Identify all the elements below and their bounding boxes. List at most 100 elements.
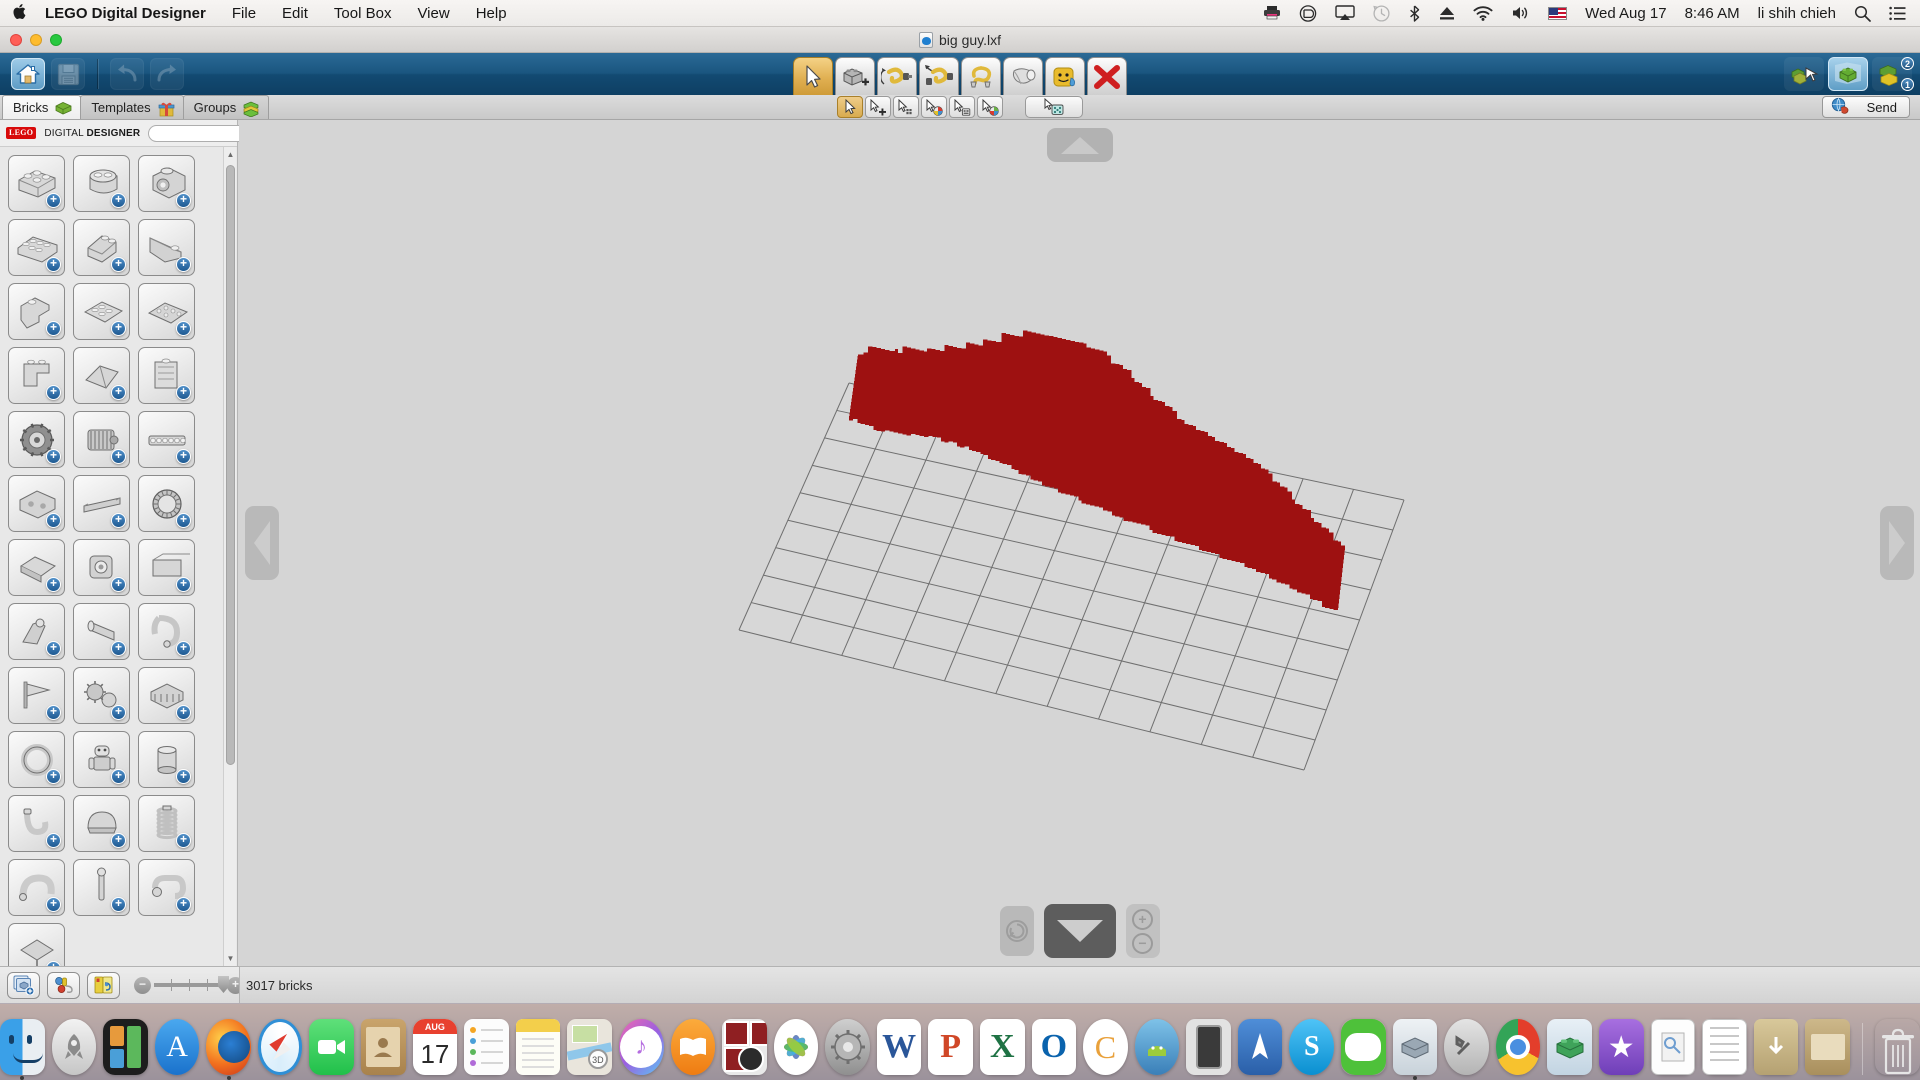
add-brick-icon[interactable]: +: [176, 385, 191, 400]
add-brick-icon[interactable]: +: [176, 513, 191, 528]
palette-brick-hook-part[interactable]: +: [8, 795, 65, 852]
add-brick-icon[interactable]: +: [111, 385, 126, 400]
select-template-button[interactable]: [949, 96, 975, 118]
undo-button[interactable]: [110, 58, 144, 90]
paint-tool[interactable]: [1003, 57, 1043, 95]
add-brick-icon[interactable]: +: [111, 257, 126, 272]
palette-brick-technic-connector[interactable]: +: [73, 539, 130, 596]
add-brick-icon[interactable]: +: [176, 321, 191, 336]
zoom-out-small-icon[interactable]: −: [134, 976, 151, 994]
palette-brick-curved-part[interactable]: +: [8, 859, 65, 916]
menu-edit[interactable]: Edit: [282, 5, 308, 22]
add-brick-icon[interactable]: +: [176, 705, 191, 720]
select-mode-button[interactable]: [1784, 57, 1824, 91]
dock-finder[interactable]: [0, 1019, 45, 1080]
save-button[interactable]: [51, 58, 85, 90]
add-brick-icon[interactable]: +: [46, 449, 61, 464]
palette-scroll-thumb[interactable]: [226, 165, 235, 765]
palette-brick-angled-plate[interactable]: +: [73, 347, 130, 404]
add-brick-icon[interactable]: +: [176, 641, 191, 656]
palette-brick-wrench-tool-part[interactable]: +: [8, 603, 65, 660]
palette-brick-minifig-part[interactable]: +: [73, 731, 130, 788]
palette-brick-brick-round-2x2[interactable]: +: [73, 155, 130, 212]
dock-itunes[interactable]: ♪: [618, 1019, 664, 1075]
tab-bricks[interactable]: Bricks: [2, 95, 82, 119]
add-brick-icon[interactable]: +: [111, 321, 126, 336]
color-palette-button[interactable]: [47, 971, 80, 999]
add-brick-icon[interactable]: +: [46, 897, 61, 912]
palette-brick-ring-part[interactable]: +: [8, 731, 65, 788]
palette-brick-brick-2x4[interactable]: +: [8, 155, 65, 212]
palette-brick-barrel-part[interactable]: +: [138, 731, 195, 788]
maximize-window-button[interactable]: [50, 33, 62, 46]
add-brick-icon[interactable]: +: [46, 833, 61, 848]
tab-groups[interactable]: Groups: [182, 95, 270, 119]
clone-tool[interactable]: [835, 57, 875, 95]
add-brick-icon[interactable]: +: [46, 385, 61, 400]
palette-brick-grille-part[interactable]: +: [138, 667, 195, 724]
rotate-right-button[interactable]: [1880, 506, 1914, 580]
dock-firefox[interactable]: [206, 1019, 251, 1080]
dock-photo-booth[interactable]: [722, 1019, 767, 1075]
palette-brick-wedge-plate[interactable]: +: [138, 219, 195, 276]
hinge-tool[interactable]: [877, 57, 917, 95]
dock-launchpad[interactable]: [51, 1019, 97, 1075]
add-brick-icon[interactable]: +: [176, 833, 191, 848]
notification-center-icon[interactable]: [1889, 6, 1906, 21]
palette-brick-clip-part[interactable]: +: [138, 859, 195, 916]
add-brick-icon[interactable]: +: [176, 449, 191, 464]
close-window-button[interactable]: [10, 33, 22, 46]
wifi-icon[interactable]: [1473, 5, 1493, 21]
add-brick-icon[interactable]: +: [46, 193, 61, 208]
dock-app-store[interactable]: A: [154, 1019, 200, 1075]
model-canvas[interactable]: + −: [239, 120, 1920, 966]
rotate-left-button[interactable]: [245, 506, 279, 580]
dock-chrome-canary[interactable]: C: [1083, 1019, 1128, 1075]
add-brick-icon[interactable]: +: [111, 513, 126, 528]
dock-textedit[interactable]: [1702, 1019, 1747, 1075]
add-brick-icon[interactable]: +: [111, 193, 126, 208]
dock-excel[interactable]: X: [979, 1019, 1025, 1075]
palette-brick-gears-part[interactable]: +: [73, 667, 130, 724]
menu-view[interactable]: View: [417, 5, 449, 22]
palette-brick-technic-turntable[interactable]: +: [138, 475, 195, 532]
redo-button[interactable]: [150, 58, 184, 90]
zoom-slider-knob[interactable]: [218, 976, 229, 993]
add-brick-icon[interactable]: +: [176, 257, 191, 272]
menu-file[interactable]: File: [232, 5, 256, 22]
palette-brick-technic-liftarm[interactable]: +: [8, 539, 65, 596]
dock-photos[interactable]: [773, 1019, 819, 1075]
menubar-time[interactable]: 8:46 AM: [1685, 6, 1740, 21]
zoom-out-button[interactable]: −: [1132, 932, 1153, 954]
dock-downloads[interactable]: [1753, 1019, 1799, 1075]
palette-brick-tube-part[interactable]: +: [73, 603, 130, 660]
menu-help[interactable]: Help: [476, 5, 507, 22]
add-brick-icon[interactable]: +: [111, 769, 126, 784]
dock-system-preferences[interactable]: [825, 1019, 870, 1075]
menubar-app-name[interactable]: LEGO Digital Designer: [45, 5, 206, 22]
dock-xcode[interactable]: [1237, 1019, 1283, 1075]
palette-brick-flag-part[interactable]: +: [8, 667, 65, 724]
build-mode-button[interactable]: [1828, 57, 1868, 91]
select-tool[interactable]: [793, 57, 833, 95]
delete-tool[interactable]: [1087, 57, 1127, 95]
dock-chrome[interactable]: [1495, 1019, 1541, 1075]
palette-brick-technic-motor[interactable]: +: [73, 411, 130, 468]
palette-brick-technic-brick[interactable]: +: [8, 475, 65, 532]
us-flag-icon[interactable]: [1548, 6, 1568, 20]
dock-lego-brick[interactable]: [1547, 1019, 1592, 1075]
dock-powerpoint[interactable]: P: [928, 1019, 973, 1075]
volume-icon[interactable]: [1511, 5, 1530, 21]
palette-brick-antenna-part[interactable]: +: [73, 859, 130, 916]
palette-brick-technic-panel[interactable]: +: [138, 539, 195, 596]
zoom-slider-track[interactable]: [154, 976, 229, 993]
dock-skype[interactable]: S: [1289, 1019, 1335, 1075]
rotate-down-button[interactable]: [1043, 904, 1116, 958]
select-single-button[interactable]: [837, 96, 863, 118]
add-brick-icon[interactable]: +: [46, 769, 61, 784]
dock-mission-control[interactable]: [103, 1019, 148, 1075]
timemachine-icon[interactable]: [1373, 4, 1390, 22]
palette-brick-misc-part[interactable]: +: [8, 923, 65, 966]
select-color-button[interactable]: [921, 96, 947, 118]
palette-brick-technic-axle[interactable]: +: [73, 475, 130, 532]
